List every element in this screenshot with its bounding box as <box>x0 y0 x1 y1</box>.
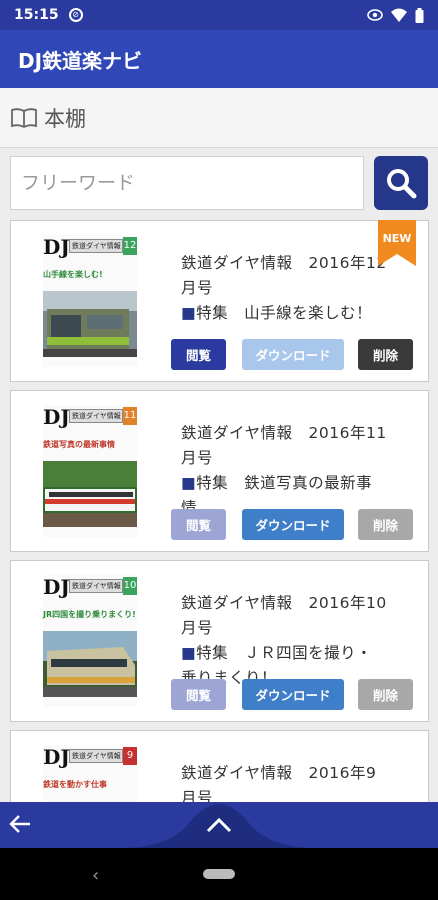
cover-photo <box>43 291 137 357</box>
search-button[interactable] <box>374 156 428 210</box>
chevron-up-icon[interactable] <box>205 816 233 834</box>
cover-photo <box>43 631 137 697</box>
cover-issue: 9 <box>123 747 137 765</box>
view-button[interactable]: 閲覧 <box>171 679 226 710</box>
search-icon <box>387 169 417 199</box>
book-feature: ■特集 鉄道写真の最新事 <box>181 471 411 496</box>
book-feature-text: 特集 ＪＲ四国を撮り・ <box>196 644 373 662</box>
cover-logo: DJ <box>43 405 70 429</box>
view-button[interactable]: 閲覧 <box>171 509 226 540</box>
nav-back-icon[interactable]: ‹ <box>92 865 99 886</box>
bullet-square-icon: ■ <box>181 644 197 662</box>
book-title[interactable]: 鉄道ダイヤ情報 2016年10 月号 ■特集 ＪＲ四国を撮り・ 乗りまくり！ <box>181 591 411 691</box>
bullet-square-icon: ■ <box>181 304 197 322</box>
cover-headline: 山手線を楽しむ! <box>43 270 103 279</box>
delete-button[interactable]: 削除 <box>358 509 413 540</box>
book-title[interactable]: 鉄道ダイヤ情報 2016年9 月号 <box>181 761 411 802</box>
wifi-icon <box>391 8 407 22</box>
delete-button[interactable]: 削除 <box>358 339 413 370</box>
delete-button[interactable]: 削除 <box>358 679 413 710</box>
app-title: DJ鉄道楽ナビ <box>18 48 143 73</box>
battery-icon <box>415 7 424 23</box>
book-card[interactable]: DJ 鉄道ダイヤ情報 9 鉄道を動かす仕事 鉄道ダイヤ情報 2016年9 月号 <box>10 730 429 802</box>
status-icons <box>367 7 424 23</box>
dnd-icon: ⊘ <box>68 8 83 22</box>
section-header: 本棚 <box>0 88 438 148</box>
cover-masthead: 鉄道ダイヤ情報 <box>69 749 123 763</box>
book-card[interactable]: DJ 鉄道ダイヤ情報 11 鉄道写真の最新事情 鉄道ダイヤ情報 2016年11 … <box>10 390 429 552</box>
book-title-line: 月号 <box>181 279 214 297</box>
book-card[interactable]: DJ 鉄道ダイヤ情報 10 JR四国を撮り乗りまくり! 鉄道ダイヤ情報 2016… <box>10 560 429 722</box>
view-button[interactable]: 閲覧 <box>171 339 226 370</box>
cover-logo: DJ <box>43 575 70 599</box>
book-feature-text: 特集 山手線を楽しむ！ <box>196 304 373 322</box>
book-title-line: 鉄道ダイヤ情報 2016年10 <box>181 594 387 612</box>
book-card[interactable]: DJ 鉄道ダイヤ情報 12 山手線を楽しむ! 鉄道ダイヤ情報 2016年12 月… <box>10 220 429 382</box>
arrow-left-icon[interactable] <box>8 814 32 834</box>
book-cover[interactable]: DJ 鉄道ダイヤ情報 10 JR四国を撮り乗りまくり! <box>43 575 137 707</box>
cover-logo: DJ <box>43 745 70 769</box>
download-button[interactable]: ダウンロード <box>242 509 344 540</box>
book-cover[interactable]: DJ 鉄道ダイヤ情報 12 山手線を楽しむ! <box>43 235 137 367</box>
system-nav-bar: ‹ <box>0 848 438 900</box>
book-title-line: 鉄道ダイヤ情報 2016年9 <box>181 764 377 782</box>
search-input[interactable] <box>10 156 364 210</box>
cover-issue: 10 <box>123 577 137 595</box>
bullet-square-icon: ■ <box>181 474 197 492</box>
section-title: 本棚 <box>44 106 86 131</box>
nav-home-pill[interactable] <box>203 869 235 879</box>
search-row <box>10 156 428 212</box>
status-bar: 15:15 ⊘ <box>0 0 438 30</box>
bottom-bar <box>0 802 438 848</box>
cover-masthead: 鉄道ダイヤ情報 <box>69 579 123 593</box>
status-time: 15:15 <box>14 7 59 23</box>
new-ribbon-icon: NEW <box>378 220 416 266</box>
cover-headline: JR四国を撮り乗りまくり! <box>43 610 136 619</box>
book-cover[interactable]: DJ 鉄道ダイヤ情報 9 鉄道を動かす仕事 <box>43 745 137 802</box>
book-feature: ■特集 ＪＲ四国を撮り・ <box>181 641 411 666</box>
cover-masthead: 鉄道ダイヤ情報 <box>69 239 123 253</box>
book-title-line: 月号 <box>181 619 214 637</box>
book-title-line: 月号 <box>181 449 214 467</box>
cover-masthead: 鉄道ダイヤ情報 <box>69 409 123 423</box>
cover-headline: 鉄道を動かす仕事 <box>43 780 107 789</box>
cover-issue: 12 <box>123 237 137 255</box>
book-title-line: 月号 <box>181 789 214 802</box>
cover-headline: 鉄道写真の最新事情 <box>43 440 115 449</box>
new-label: NEW <box>383 232 412 245</box>
book-title-line: 鉄道ダイヤ情報 2016年11 <box>181 424 387 442</box>
cover-issue: 11 <box>123 407 137 425</box>
book-feature: ■特集 山手線を楽しむ！ <box>181 301 411 326</box>
visibility-icon <box>367 9 383 21</box>
app-bar: DJ鉄道楽ナビ <box>0 30 438 88</box>
book-title[interactable]: 鉄道ダイヤ情報 2016年12 月号 ■特集 山手線を楽しむ！ <box>181 251 411 326</box>
book-open-icon <box>11 107 37 128</box>
bookshelf-list[interactable]: DJ 鉄道ダイヤ情報 12 山手線を楽しむ! 鉄道ダイヤ情報 2016年12 月… <box>0 218 438 802</box>
book-title[interactable]: 鉄道ダイヤ情報 2016年11 月号 ■特集 鉄道写真の最新事 情 <box>181 421 411 521</box>
book-title-line: 鉄道ダイヤ情報 2016年12 <box>181 254 387 272</box>
cover-photo <box>43 461 137 527</box>
download-button[interactable]: ダウンロード <box>242 679 344 710</box>
cover-logo: DJ <box>43 235 70 259</box>
download-button[interactable]: ダウンロード <box>242 339 344 370</box>
book-feature-text: 特集 鉄道写真の最新事 <box>196 474 373 492</box>
book-cover[interactable]: DJ 鉄道ダイヤ情報 11 鉄道写真の最新事情 <box>43 405 137 537</box>
